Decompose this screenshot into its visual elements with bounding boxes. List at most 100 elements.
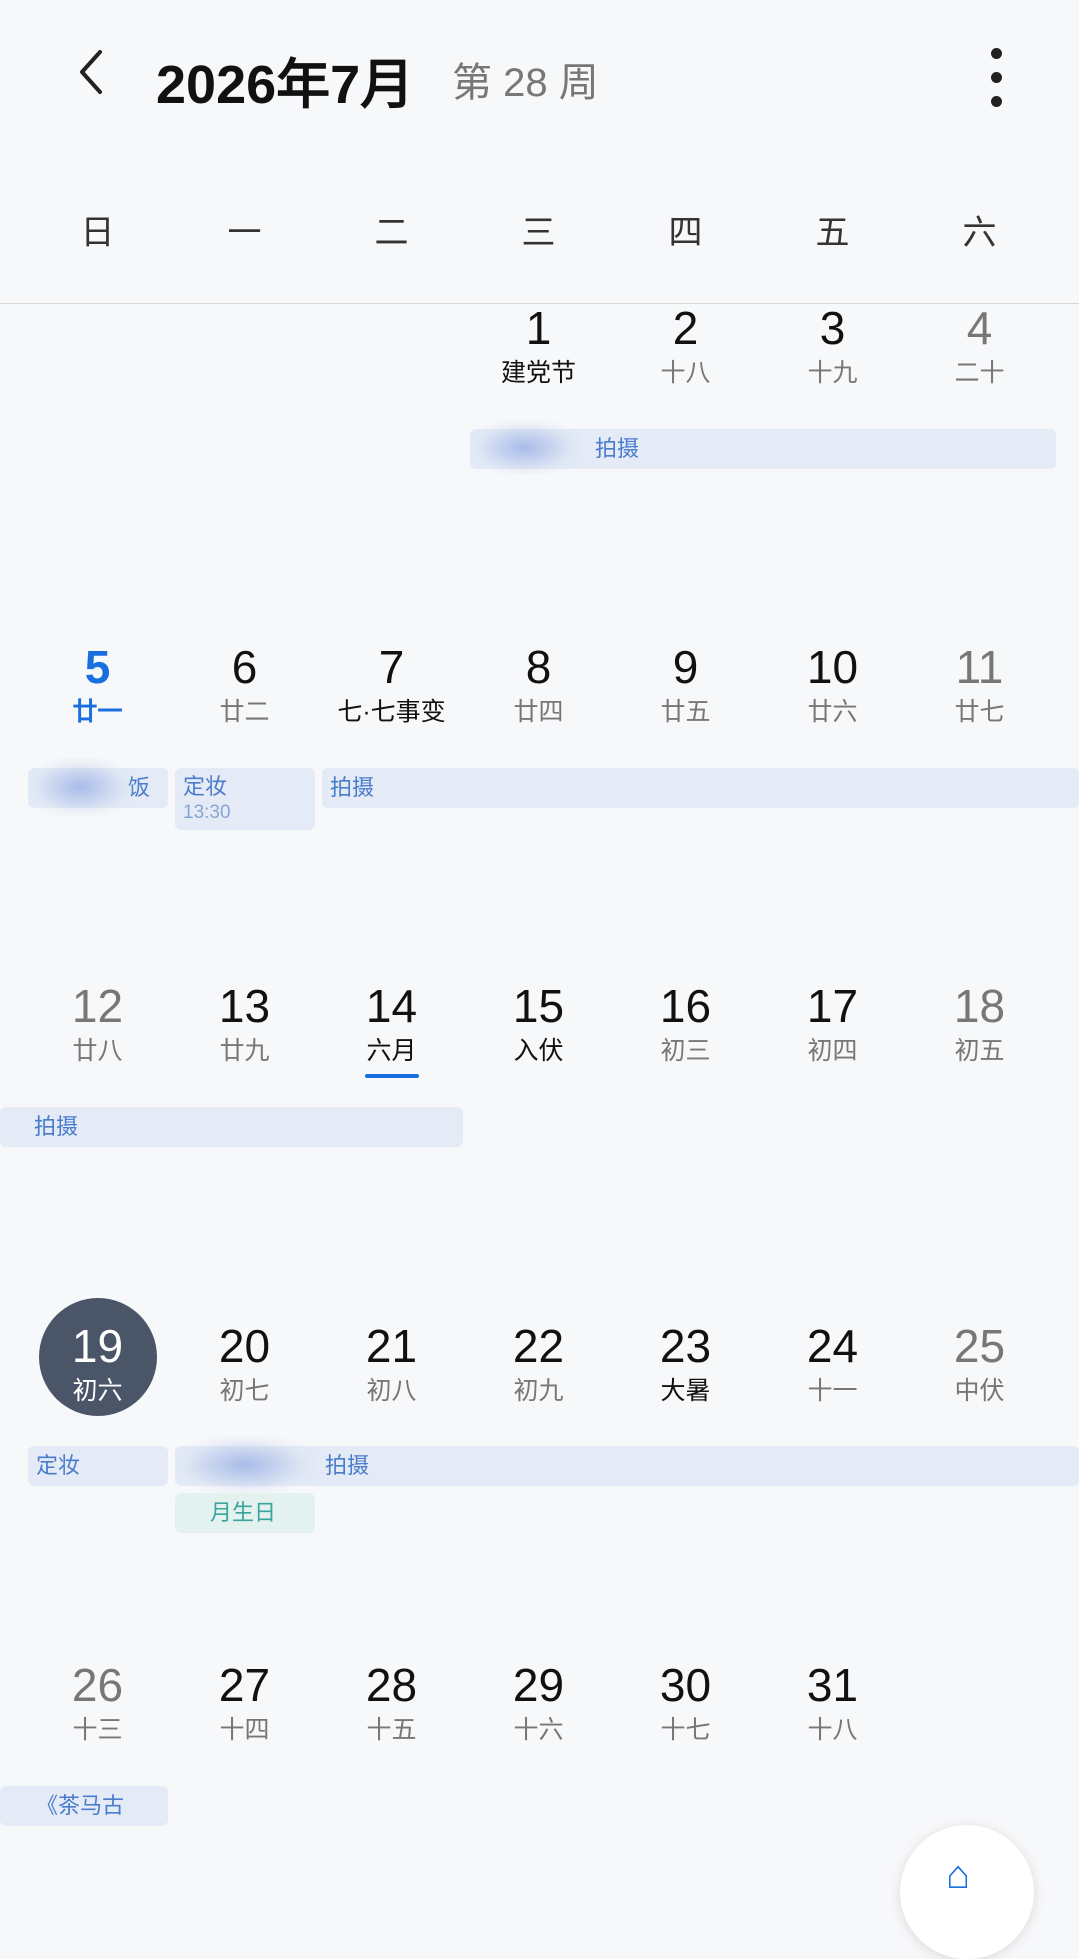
day-lunar: 初六 [72, 1377, 123, 1405]
event-label: 拍摄 [325, 1453, 370, 1478]
day-number: 21 [365, 1320, 418, 1372]
back-button[interactable] [70, 42, 114, 102]
day-cell[interactable]: 6 廿二 [171, 641, 318, 729]
day-cell[interactable]: 13 廿九 [171, 980, 318, 1068]
day-cell[interactable]: 1 建党节 [465, 302, 612, 390]
weekday-wed: 三 [521, 214, 556, 252]
day-lunar: 十四 [219, 1716, 270, 1744]
weekday-sat: 六 [962, 214, 997, 252]
event-label: 月生日 [210, 1500, 277, 1525]
day-lunar: 初三 [660, 1037, 711, 1065]
day-lunar: 初七 [219, 1377, 270, 1405]
calendar-header: 2026年7月 第 28 周 [0, 0, 1079, 150]
day-cell[interactable]: 17 初四 [759, 980, 906, 1068]
day-cell[interactable]: 10 廿六 [759, 641, 906, 729]
day-lunar: 初五 [954, 1037, 1005, 1065]
event-label: 拍摄 [330, 775, 375, 800]
day-number: 13 [218, 980, 271, 1032]
weekday-sun: 日 [80, 214, 115, 252]
day-cell[interactable]: 24 十一 [759, 1320, 906, 1408]
day-number: 20 [218, 1320, 271, 1372]
event-makeup[interactable]: 定妆 [28, 1446, 168, 1486]
weekday-header-row: 日 一 二 三 四 五 六 [0, 205, 1079, 265]
day-number: 4 [966, 302, 993, 354]
day-cell[interactable]: 26 十三 [24, 1659, 171, 1747]
event-label: 《茶马古 [36, 1793, 125, 1818]
more-menu-button[interactable] [980, 48, 1012, 116]
week-number: 第 28 周 [452, 61, 599, 105]
add-icon: ⌂ [946, 1853, 971, 1897]
day-cell[interactable]: 22 初九 [465, 1320, 612, 1408]
day-cell[interactable]: 15 入伏 [465, 980, 612, 1068]
day-lunar: 初四 [807, 1037, 858, 1065]
day-lunar: 二十 [954, 359, 1005, 387]
day-cell[interactable]: 18 初五 [906, 980, 1053, 1068]
day-lunar: 十五 [366, 1716, 417, 1744]
day-number: 28 [365, 1659, 418, 1711]
day-number: 12 [71, 980, 124, 1032]
day-lunar: 十七 [660, 1716, 711, 1744]
event-label: 定妆 [183, 774, 228, 799]
day-cell[interactable]: 31 十八 [759, 1659, 906, 1747]
day-number: 15 [512, 980, 565, 1032]
day-lunar: 廿六 [807, 698, 858, 726]
day-cell[interactable]: 14 六月 [318, 980, 465, 1078]
day-number: 2 [672, 302, 699, 354]
day-lunar: 十三 [72, 1716, 123, 1744]
event-shoot[interactable]: 拍摄 [322, 768, 1079, 808]
month-title[interactable]: 2026年7月 [156, 40, 414, 119]
chevron-left-icon [80, 50, 102, 94]
event-shoot[interactable]: 拍摄 [0, 1107, 463, 1147]
day-number: 11 [955, 641, 1004, 693]
more-dot-icon [990, 96, 1002, 107]
day-cell-selected[interactable]: 19 初六 [24, 1298, 171, 1416]
day-number: 6 [231, 641, 258, 693]
day-cell[interactable]: 28 十五 [318, 1659, 465, 1747]
day-cell[interactable]: 12 廿八 [24, 980, 171, 1068]
day-cell[interactable]: 25 中伏 [906, 1320, 1053, 1408]
day-cell[interactable]: 8 廿四 [465, 641, 612, 729]
event-label: 定妆 [36, 1453, 81, 1478]
day-lunar: 廿九 [219, 1037, 270, 1065]
day-number: 9 [672, 641, 699, 693]
day-cell[interactable]: 11 廿七 [906, 641, 1053, 729]
day-cell[interactable]: 21 初八 [318, 1320, 465, 1408]
event-makeup[interactable]: 定妆 13:30 [175, 768, 315, 830]
day-cell[interactable]: 23 大暑 [612, 1320, 759, 1408]
day-number: 31 [806, 1659, 859, 1711]
day-cell[interactable]: 4 二十 [906, 302, 1053, 390]
add-event-button[interactable]: ⌂ [900, 1825, 1034, 1959]
day-number: 24 [806, 1320, 859, 1372]
day-lunar: 十一 [807, 1377, 858, 1405]
day-cell[interactable]: 2 十八 [612, 302, 759, 390]
day-number: 19 [71, 1320, 124, 1372]
blurred-content [175, 1436, 315, 1494]
weekday-tue: 二 [374, 214, 409, 252]
day-cell[interactable]: 9 廿五 [612, 641, 759, 729]
day-number: 16 [659, 980, 712, 1032]
day-lunar: 十六 [513, 1716, 564, 1744]
day-cell[interactable]: 16 初三 [612, 980, 759, 1068]
day-lunar: 廿七 [954, 698, 1005, 726]
event-tea[interactable]: 《茶马古 [0, 1786, 168, 1826]
day-number: 10 [806, 641, 859, 693]
day-cell[interactable]: 7 七·七事变 [318, 641, 465, 729]
day-cell[interactable]: 5 廿一 [24, 641, 171, 729]
day-cell[interactable]: 3 十九 [759, 302, 906, 390]
day-cell[interactable]: 20 初七 [171, 1320, 318, 1408]
event-birthday[interactable]: 月生日 [175, 1493, 315, 1533]
day-lunar: 十八 [660, 359, 711, 387]
day-cell[interactable]: 30 十七 [612, 1659, 759, 1747]
weekday-fri: 五 [815, 214, 850, 252]
weekday-thu: 四 [668, 214, 703, 252]
event-label: 拍摄 [595, 436, 640, 461]
event-label: 拍摄 [34, 1114, 79, 1139]
day-number: 14 [365, 980, 418, 1032]
day-cell[interactable]: 29 十六 [465, 1659, 612, 1747]
day-cell[interactable]: 27 十四 [171, 1659, 318, 1747]
day-lunar: 廿一 [72, 698, 123, 726]
day-lunar: 初八 [366, 1377, 417, 1405]
day-lunar: 七·七事变 [337, 698, 446, 726]
day-lunar: 中伏 [954, 1377, 1005, 1405]
day-number: 5 [84, 641, 111, 693]
